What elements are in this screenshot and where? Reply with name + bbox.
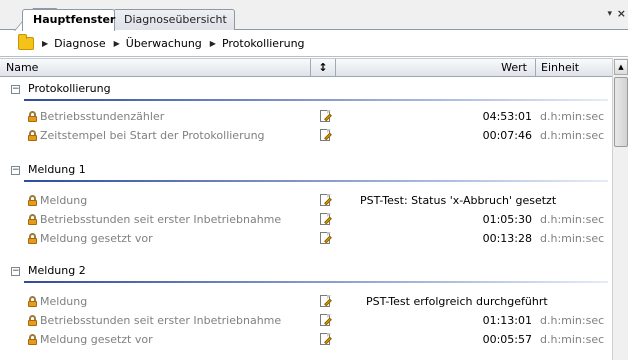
collapse-icon[interactable]: − bbox=[11, 85, 20, 94]
row-unit: d.h:min:sec bbox=[540, 314, 605, 327]
row-value: 00:05:57 bbox=[482, 333, 532, 346]
group-meldung-2[interactable]: − Meldung 2 bbox=[0, 261, 612, 283]
tab-strip: Hauptfenster Diagnoseübersicht ▾ × bbox=[0, 0, 628, 31]
edit-document-icon[interactable] bbox=[319, 295, 332, 309]
group-divider bbox=[24, 180, 608, 182]
vertical-scrollbar[interactable]: ▲ bbox=[612, 58, 628, 360]
group-divider bbox=[24, 281, 608, 283]
row-name: Meldung bbox=[40, 194, 88, 207]
lock-icon bbox=[28, 334, 37, 345]
column-header-unit[interactable]: Einheit bbox=[536, 59, 612, 77]
row-name: Betriebsstunden seit erster Inbetriebnah… bbox=[40, 314, 282, 327]
grid-header: Name ↕ Wert Einheit bbox=[0, 58, 612, 77]
group-protokollierung[interactable]: − Protokollierung bbox=[0, 79, 612, 101]
close-icon[interactable]: × bbox=[617, 7, 626, 20]
table-row[interactable]: Betriebsstundenzähler 04:53:01 d.h:min:s… bbox=[0, 108, 612, 126]
lock-icon bbox=[28, 296, 37, 307]
breadcrumb-item-protokollierung[interactable]: ▶ Protokollierung bbox=[210, 37, 305, 50]
edit-document-icon[interactable] bbox=[319, 213, 332, 227]
row-name: Zeitstempel bei Start der Protokollierun… bbox=[40, 129, 265, 142]
collapse-icon[interactable]: − bbox=[11, 267, 20, 276]
row-value: 01:05:30 bbox=[482, 213, 532, 226]
lock-icon bbox=[28, 130, 37, 141]
edit-document-icon[interactable] bbox=[319, 314, 332, 328]
collapse-icon[interactable]: − bbox=[11, 166, 20, 175]
tab-hauptfenster[interactable]: Hauptfenster bbox=[22, 9, 115, 31]
lock-icon bbox=[28, 111, 37, 122]
row-unit: d.h:min:sec bbox=[540, 213, 605, 226]
row-value: PST-Test: Status 'x-Abbruch' gesetzt bbox=[360, 194, 557, 207]
table-row[interactable]: Meldung gesetzt vor 00:13:28 d.h:min:sec bbox=[0, 230, 612, 248]
parameter-list: − Protokollierung Betriebsstundenzähler … bbox=[0, 78, 612, 360]
table-row[interactable]: Zeitstempel bei Start der Protokollierun… bbox=[0, 127, 612, 145]
table-row[interactable]: Meldung PST-Test: Status 'x-Abbruch' ges… bbox=[0, 192, 612, 210]
group-title: Protokollierung bbox=[28, 82, 111, 95]
scroll-up-icon[interactable]: ▲ bbox=[614, 59, 628, 75]
row-unit: d.h:min:sec bbox=[540, 232, 605, 245]
row-name: Betriebsstunden seit erster Inbetriebnah… bbox=[40, 213, 282, 226]
sort-icon[interactable]: ↕ bbox=[311, 59, 336, 77]
table-row[interactable]: Betriebsstunden seit erster Inbetriebnah… bbox=[0, 211, 612, 229]
breadcrumb-label: Diagnose bbox=[54, 37, 106, 50]
breadcrumb-label: Protokollierung bbox=[221, 37, 305, 50]
folder-icon[interactable] bbox=[18, 34, 34, 50]
edit-document-icon[interactable] bbox=[319, 129, 332, 143]
edit-document-icon[interactable] bbox=[319, 194, 332, 208]
edit-document-icon[interactable] bbox=[319, 232, 332, 246]
row-value: PST-Test erfolgreich durchgeführt bbox=[366, 295, 548, 308]
edit-document-icon[interactable] bbox=[319, 110, 332, 124]
row-value: 01:13:01 bbox=[482, 314, 532, 327]
tab-menu-arrow-icon[interactable]: ▾ bbox=[607, 9, 612, 19]
breadcrumb-arrow-icon: ▶ bbox=[209, 39, 216, 48]
group-divider bbox=[24, 99, 608, 101]
edit-document-icon[interactable] bbox=[319, 333, 332, 347]
tab-diagnoseuebersicht[interactable]: Diagnoseübersicht bbox=[113, 9, 235, 30]
row-name: Meldung gesetzt vor bbox=[40, 232, 153, 245]
group-title: Meldung 1 bbox=[28, 163, 86, 176]
row-value: 04:53:01 bbox=[482, 110, 532, 123]
row-name: Betriebsstundenzähler bbox=[40, 110, 165, 123]
lock-icon bbox=[28, 195, 37, 206]
table-row[interactable]: Meldung PST-Test erfolgreich durchgeführ… bbox=[0, 293, 612, 311]
lock-icon bbox=[28, 233, 37, 244]
breadcrumb-item-diagnose[interactable]: ▶ Diagnose bbox=[42, 37, 106, 50]
breadcrumb-arrow-icon: ▶ bbox=[113, 39, 120, 48]
lock-icon bbox=[28, 315, 37, 326]
row-unit: d.h:min:sec bbox=[540, 333, 605, 346]
table-row[interactable]: Meldung gesetzt vor 00:05:57 d.h:min:sec bbox=[0, 331, 612, 349]
breadcrumb-item-ueberwachung[interactable]: ▶ Überwachung bbox=[114, 37, 202, 50]
row-unit: d.h:min:sec bbox=[540, 110, 605, 123]
group-meldung-1[interactable]: − Meldung 1 bbox=[0, 160, 612, 182]
row-name: Meldung bbox=[40, 295, 88, 308]
row-value: 00:13:28 bbox=[482, 232, 532, 245]
table-row[interactable]: Betriebsstunden seit erster Inbetriebnah… bbox=[0, 312, 612, 330]
row-value: 00:07:46 bbox=[482, 129, 532, 142]
breadcrumb: ▶ Diagnose ▶ Überwachung ▶ Protokollierung bbox=[0, 31, 628, 57]
group-title: Meldung 2 bbox=[28, 264, 86, 277]
breadcrumb-label: Überwachung bbox=[125, 37, 202, 50]
lock-icon bbox=[28, 214, 37, 225]
scrollbar-thumb[interactable] bbox=[614, 77, 628, 147]
breadcrumb-arrow-icon: ▶ bbox=[42, 39, 49, 48]
column-header-value[interactable]: Wert bbox=[336, 59, 536, 77]
row-unit: d.h:min:sec bbox=[540, 129, 605, 142]
row-name: Meldung gesetzt vor bbox=[40, 333, 153, 346]
column-header-name[interactable]: Name bbox=[0, 59, 311, 77]
